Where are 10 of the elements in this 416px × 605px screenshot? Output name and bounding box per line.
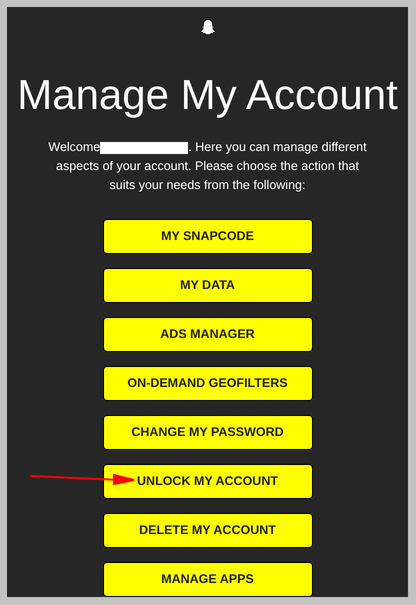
menu-button[interactable]: UNLOCK MY ACCOUNT (102, 464, 312, 499)
welcome-text: Welcome . Here you can manage different aspects of your account. Please choose the action that suits your needs from the following: (48, 139, 368, 194)
page-title: Manage My Account (17, 74, 398, 116)
menu-button[interactable]: ON-DEMAND GEOFILTERS (102, 366, 312, 401)
menu-button[interactable]: ADS MANAGER (102, 317, 312, 352)
menu-button[interactable]: MY DATA (102, 268, 312, 303)
menu-button[interactable]: MANAGE APPS (102, 562, 312, 597)
menu-button[interactable]: MY SNAPCODE (102, 219, 312, 254)
menu-button[interactable]: DELETE MY ACCOUNT (102, 513, 312, 548)
menu-button[interactable]: CHANGE MY PASSWORD (102, 415, 312, 450)
